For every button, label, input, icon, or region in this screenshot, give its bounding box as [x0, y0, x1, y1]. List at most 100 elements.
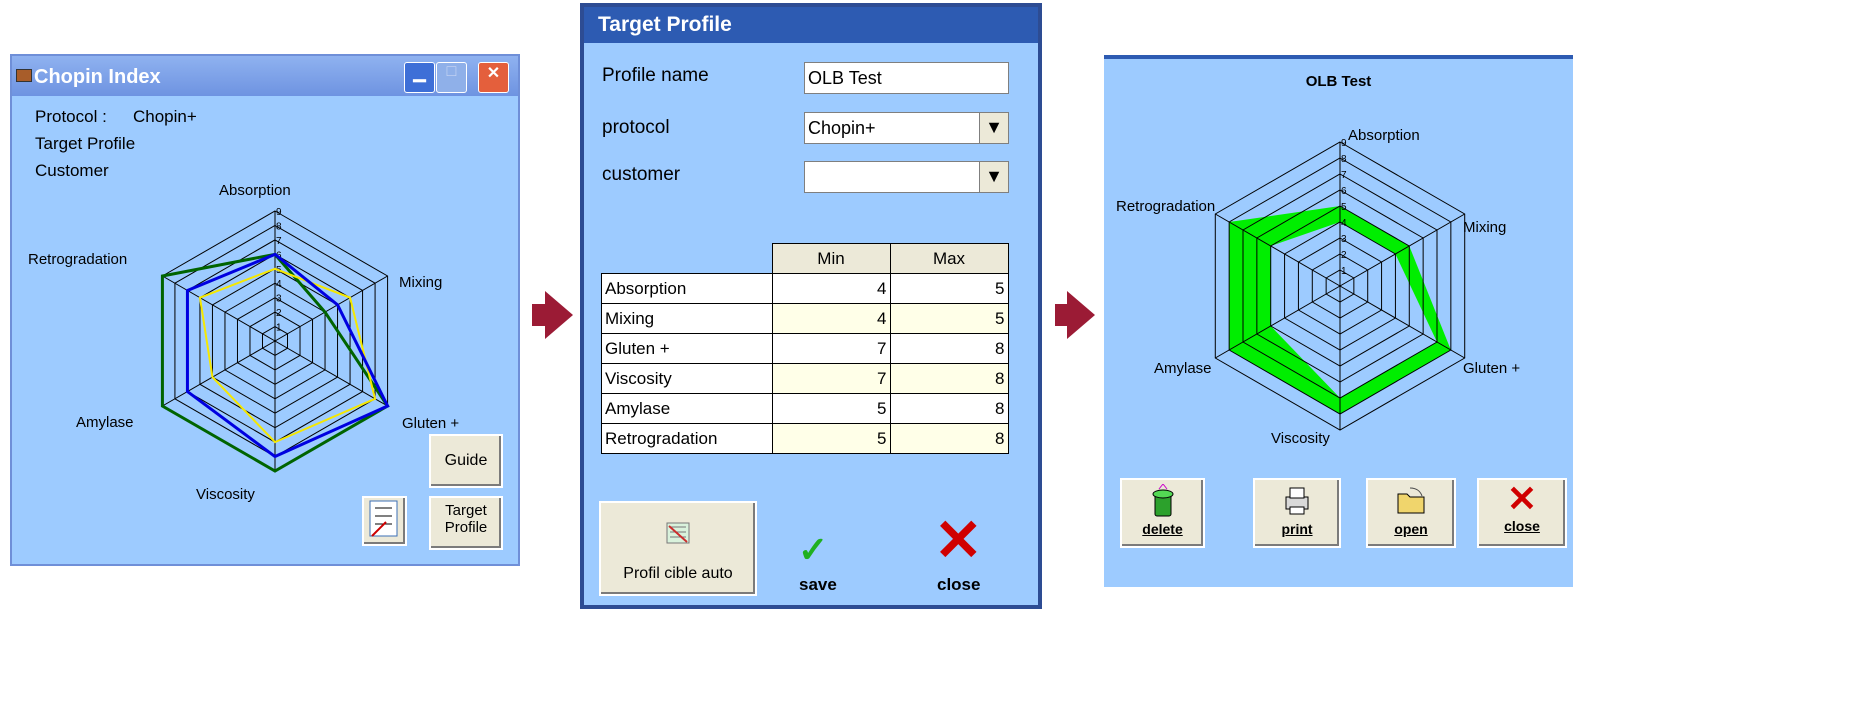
max-cell[interactable]: 8 [889, 423, 1009, 454]
min-cell[interactable]: 7 [771, 333, 891, 364]
table-row: Amylase 5 8 [601, 393, 1009, 424]
radar-axis-label: Viscosity [1271, 430, 1330, 447]
max-cell[interactable]: 8 [889, 333, 1009, 364]
min-cell[interactable]: 5 [771, 423, 891, 454]
folder-open-icon [1397, 487, 1425, 514]
radar-axis [162, 340, 276, 407]
min-cell[interactable]: 5 [771, 393, 891, 424]
radar-tick-label: 8 [1341, 154, 1347, 165]
flow-arrow-2-icon [1067, 291, 1095, 339]
grid-chart-icon [666, 522, 690, 544]
guide-button[interactable]: Guide [429, 434, 503, 488]
row-label: Retrogradation [601, 423, 773, 454]
row-label: Absorption [601, 273, 773, 304]
radar-axis-label: Mixing [399, 274, 442, 291]
radar-tick-label: 1 [1341, 266, 1347, 277]
radar-tick-label: 9 [276, 207, 282, 218]
grid-pencil-icon [369, 500, 398, 537]
save-button-label[interactable]: save [799, 575, 837, 595]
flow-arrow-1-icon [545, 291, 573, 339]
close-label: close [1504, 518, 1540, 534]
max-cell[interactable]: 8 [889, 363, 1009, 394]
grid-settings-button[interactable] [362, 496, 407, 546]
profil-cible-auto-label: Profil cible auto [623, 565, 733, 582]
table-header-row: Min Max [602, 243, 1009, 274]
close-x-icon: ✕ [1506, 478, 1538, 519]
radar-tick-label: 7 [1341, 170, 1347, 181]
close-button-label[interactable]: close [937, 575, 980, 595]
chevron-down-icon[interactable]: ▼ [979, 113, 1008, 143]
customer-select[interactable]: ▼ [804, 161, 1009, 193]
radar-tick-label: 2 [1341, 250, 1347, 261]
customer-field-label: customer [602, 164, 681, 185]
print-button[interactable]: print [1253, 478, 1341, 548]
table-row: Mixing 4 5 [601, 303, 1009, 334]
radar-axis-label: Mixing [1463, 219, 1506, 236]
radar-axis-label: Viscosity [196, 486, 255, 503]
protocol-field-label: protocol [602, 117, 670, 138]
radar-axis [162, 275, 276, 342]
radar-tick-label: 4 [276, 279, 282, 290]
radar-tick-label: 7 [276, 236, 282, 247]
flow-arrow-1-bar [532, 304, 546, 326]
row-label: Mixing [601, 303, 773, 334]
min-cell[interactable]: 7 [771, 363, 891, 394]
min-cell[interactable]: 4 [771, 303, 891, 334]
radar-axis-label: Amylase [76, 414, 134, 431]
print-label: print [1281, 521, 1313, 537]
radar-axis-label: Retrogradation [1116, 198, 1215, 215]
min-cell[interactable]: 4 [771, 273, 891, 304]
open-label: open [1394, 521, 1428, 537]
trash-can-icon [1152, 483, 1173, 517]
protocol-select[interactable]: Chopin+ ▼ [804, 112, 1009, 144]
radar-series-yellow [198, 267, 377, 444]
radar-axis-label: Gluten + [1463, 360, 1520, 377]
radar-axis-label: Absorption [219, 182, 291, 199]
row-label: Viscosity [601, 363, 773, 394]
max-cell[interactable]: 8 [889, 393, 1009, 424]
radar-tick-label: 3 [1341, 234, 1347, 245]
radar-tick-label: 5 [1341, 202, 1347, 213]
target-radar-chart: 1 2 3 4 5 6 7 8 9 Absorption Mixing Gluten + Viscosi… [1116, 127, 1520, 447]
min-column-header: Min [771, 243, 891, 274]
target-profile-table: Min Max Absorption 4 5 Mixing 4 5 Gluten +7 8… [601, 243, 1009, 454]
table-row: Viscosity 7 8 [601, 363, 1009, 394]
close-x-icon[interactable]: ✕ [934, 512, 983, 570]
max-cell[interactable]: 5 [889, 303, 1009, 334]
row-label: Amylase [601, 393, 773, 424]
radar-tick-label: 4 [1341, 218, 1347, 229]
radar-axis-label: Gluten + [402, 415, 459, 432]
radar-series-blue [185, 252, 390, 459]
profile-name-label: Profile name [602, 65, 709, 86]
max-cell[interactable]: 5 [889, 273, 1009, 304]
table-row: Absorption 4 5 [601, 273, 1009, 304]
radar-tick-label: 2 [276, 308, 282, 319]
delete-label: delete [1142, 521, 1183, 537]
printer-icon [1285, 487, 1309, 515]
profile-name-input[interactable]: OLB Test [804, 62, 1009, 94]
open-button[interactable]: open [1366, 478, 1456, 548]
checkmark-icon[interactable]: ✓ [798, 529, 828, 571]
radar-axis [1339, 285, 1465, 359]
radar-tick-label: 1 [276, 323, 282, 334]
radar-tick-label: 8 [276, 221, 282, 232]
olb-test-window: OLB Test 1 2 3 4 5 6 7 8 9 Absorption Mixing Gluten… [1104, 55, 1573, 587]
radar-tick-label: 6 [1341, 186, 1347, 197]
profil-cible-auto-button[interactable]: Profil cible auto [599, 501, 757, 596]
chevron-down-icon[interactable]: ▼ [979, 162, 1008, 192]
target-profile-title: Target Profile [584, 7, 1038, 43]
target-profile-window: Target Profile Profile name OLB Test pro… [580, 3, 1042, 609]
target-profile-button[interactable]: Target Profile [429, 496, 503, 550]
table-row: Retrogradation 5 8 [601, 423, 1009, 454]
delete-button[interactable]: delete [1120, 478, 1205, 548]
radar-axis-label: Absorption [1348, 127, 1420, 144]
chopin-index-window: Chopin Index ▁ □ ✕ Protocol : Chopin+ Ta… [10, 54, 520, 566]
radar-axis-label: Retrogradation [28, 251, 127, 268]
close-result-button[interactable]: ✕ close [1477, 478, 1567, 548]
target-profile-button-line1: Target [445, 502, 487, 519]
radar-axis-label: Amylase [1154, 360, 1212, 377]
table-row: Gluten +7 8 [601, 333, 1009, 364]
target-profile-button-line2: Profile [444, 519, 488, 536]
max-column-header: Max [889, 243, 1009, 274]
radar-tick-label: 9 [1341, 138, 1347, 149]
